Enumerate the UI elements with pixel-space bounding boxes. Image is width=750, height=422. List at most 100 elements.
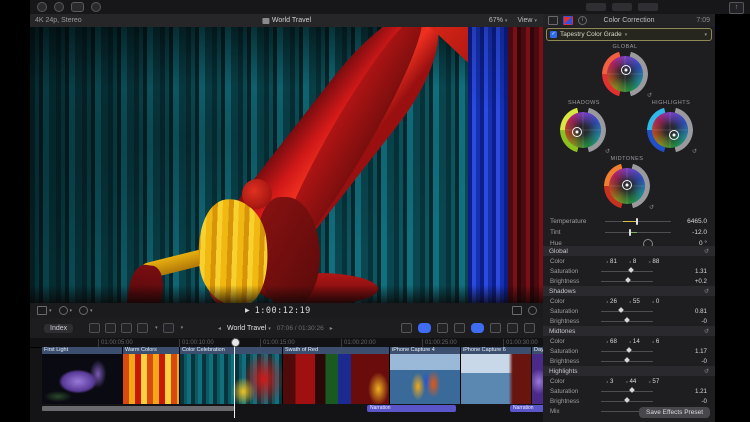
midtones-section-header[interactable]: Midtones ↺ bbox=[543, 326, 715, 336]
temperature-slider[interactable] bbox=[605, 218, 671, 225]
play-button[interactable]: ▶ bbox=[245, 307, 250, 314]
stepper-icon[interactable]: ◂ bbox=[606, 379, 608, 384]
timeline-forward-icon[interactable]: ▸ bbox=[330, 325, 333, 332]
temperature-value[interactable]: 6465.0 bbox=[687, 218, 707, 225]
stepper-icon[interactable]: ◂ bbox=[606, 299, 608, 304]
saturation-value[interactable]: 1.17 bbox=[695, 348, 707, 355]
reset-icon[interactable]: ↺ bbox=[649, 204, 654, 211]
narration-clip[interactable]: Narration bbox=[510, 405, 546, 412]
saturation-value[interactable]: 0.81 bbox=[695, 308, 707, 315]
more-icon[interactable] bbox=[528, 306, 537, 315]
slider-handle[interactable] bbox=[629, 387, 635, 393]
shadows-section-header[interactable]: Shadows ↺ bbox=[543, 286, 715, 296]
connect-icon[interactable] bbox=[121, 323, 133, 333]
midtones-color-wheel[interactable]: ↺ bbox=[604, 163, 654, 211]
color-field[interactable]: ◂ 55 bbox=[629, 298, 640, 305]
highlights-color-wheel[interactable]: ↺ bbox=[647, 107, 697, 155]
stepper-icon[interactable]: ◂ bbox=[629, 259, 631, 264]
wheel-puck[interactable] bbox=[572, 127, 582, 137]
saturation-slider[interactable] bbox=[601, 387, 653, 393]
browser-toggle-icon[interactable] bbox=[586, 3, 606, 11]
user-icon[interactable] bbox=[54, 2, 64, 12]
slider-handle[interactable] bbox=[624, 397, 630, 403]
brightness-slider[interactable] bbox=[601, 277, 653, 283]
color-field[interactable]: ◂ 0 bbox=[652, 298, 659, 305]
share-icon[interactable]: ↑ bbox=[729, 2, 744, 14]
brightness-value[interactable]: -0 bbox=[701, 358, 707, 365]
brightness-slider[interactable] bbox=[601, 357, 653, 363]
slider-handle[interactable] bbox=[625, 277, 631, 283]
global-color-wheel[interactable]: ↺ bbox=[602, 51, 652, 99]
wheel-puck[interactable] bbox=[622, 180, 632, 190]
color-field[interactable]: ◂ 81 bbox=[606, 258, 617, 265]
viewer-canvas[interactable] bbox=[30, 27, 543, 303]
index-button[interactable]: Index bbox=[44, 323, 74, 333]
slider-handle[interactable] bbox=[624, 357, 630, 363]
narration-clip[interactable]: Narration bbox=[367, 405, 456, 412]
brightness-value[interactable]: -0 bbox=[701, 318, 707, 325]
reset-icon[interactable]: ↺ bbox=[605, 148, 610, 155]
timeline-toggle-icon[interactable] bbox=[612, 3, 632, 11]
record-icon[interactable] bbox=[37, 2, 47, 12]
saturation-value[interactable]: 1.21 bbox=[695, 388, 707, 395]
timeline-clip[interactable]: Warm Colors bbox=[123, 347, 180, 404]
view-dropdown[interactable]: View ▾ bbox=[517, 17, 537, 24]
reset-icon[interactable]: ↺ bbox=[647, 92, 652, 99]
timeline-clip[interactable]: Swath of Red bbox=[283, 347, 390, 404]
info-inspector-icon[interactable]: i bbox=[578, 16, 587, 25]
brightness-slider[interactable] bbox=[601, 397, 653, 403]
shadows-color-wheel[interactable]: ↺ bbox=[560, 107, 610, 155]
extract-icon[interactable] bbox=[105, 323, 117, 333]
clip-appearance-icon[interactable] bbox=[137, 323, 149, 333]
solo-icon[interactable] bbox=[454, 323, 465, 333]
transform-dropdown[interactable]: ▾ bbox=[37, 306, 52, 315]
reset-icon[interactable]: ↺ bbox=[704, 368, 709, 375]
saturation-slider[interactable] bbox=[601, 267, 653, 273]
saturation-value[interactable]: 1.31 bbox=[695, 268, 707, 275]
audio-skimming-icon[interactable] bbox=[437, 323, 448, 333]
effect-selector[interactable]: ✓ Tapestry Color Grade ▾ ▾ bbox=[546, 28, 712, 41]
stepper-icon[interactable]: ◂ bbox=[606, 339, 608, 344]
skimming-icon[interactable] bbox=[418, 323, 431, 333]
reset-icon[interactable]: ↺ bbox=[704, 328, 709, 335]
color-inspector-icon[interactable] bbox=[563, 16, 573, 25]
playhead-handle[interactable] bbox=[231, 338, 240, 347]
reset-icon[interactable]: ↺ bbox=[692, 148, 697, 155]
inspector-toggle-icon[interactable] bbox=[638, 3, 658, 11]
stepper-icon[interactable]: ◂ bbox=[606, 259, 608, 264]
timeline-project-dropdown[interactable]: World Travel ▾ bbox=[227, 325, 271, 332]
slider-handle[interactable] bbox=[624, 317, 630, 323]
transitions-browser-icon[interactable] bbox=[524, 323, 535, 333]
effects-dropdown[interactable]: ▾ bbox=[58, 306, 72, 315]
timer-icon[interactable] bbox=[91, 2, 101, 12]
reset-icon[interactable]: ↺ bbox=[704, 248, 709, 255]
color-field[interactable]: ◂ 68 bbox=[606, 338, 617, 345]
color-field[interactable]: ◂ 57 bbox=[648, 378, 659, 385]
timeline-clip[interactable]: First Light bbox=[42, 347, 123, 404]
zoom-level-dropdown[interactable]: 67% ▾ bbox=[489, 17, 508, 24]
brightness-value[interactable]: +0.2 bbox=[695, 278, 707, 285]
tint-slider[interactable] bbox=[605, 229, 671, 236]
save-effects-preset-button[interactable]: Save Effects Preset bbox=[639, 407, 710, 418]
keyword-icon[interactable] bbox=[89, 323, 101, 333]
color-field[interactable]: ◂ 8 bbox=[629, 258, 636, 265]
slider-handle[interactable] bbox=[626, 347, 632, 353]
stepper-icon[interactable]: ◂ bbox=[629, 339, 631, 344]
playhead[interactable] bbox=[234, 338, 235, 418]
highlights-section-header[interactable]: Highlights ↺ bbox=[543, 366, 715, 376]
badge-pill-icon[interactable] bbox=[71, 2, 84, 12]
color-field[interactable]: ◂ 14 bbox=[629, 338, 640, 345]
timeline-clip[interactable]: Color Celebration bbox=[180, 347, 283, 404]
stepper-icon[interactable]: ◂ bbox=[652, 339, 654, 344]
effect-enabled-checkbox[interactable]: ✓ bbox=[550, 31, 557, 38]
color-field[interactable]: ◂ 44 bbox=[625, 378, 636, 385]
color-field[interactable]: ◂ 88 bbox=[648, 258, 659, 265]
slider-handle[interactable] bbox=[618, 307, 624, 313]
stepper-icon[interactable]: ◂ bbox=[652, 299, 654, 304]
reset-icon[interactable]: ↺ bbox=[704, 288, 709, 295]
saturation-slider[interactable] bbox=[601, 347, 653, 353]
wheel-puck[interactable] bbox=[621, 65, 631, 75]
color-field[interactable]: ◂ 26 bbox=[606, 298, 617, 305]
audio-meter-icon[interactable] bbox=[490, 323, 501, 333]
storyline-lane[interactable] bbox=[42, 406, 234, 411]
